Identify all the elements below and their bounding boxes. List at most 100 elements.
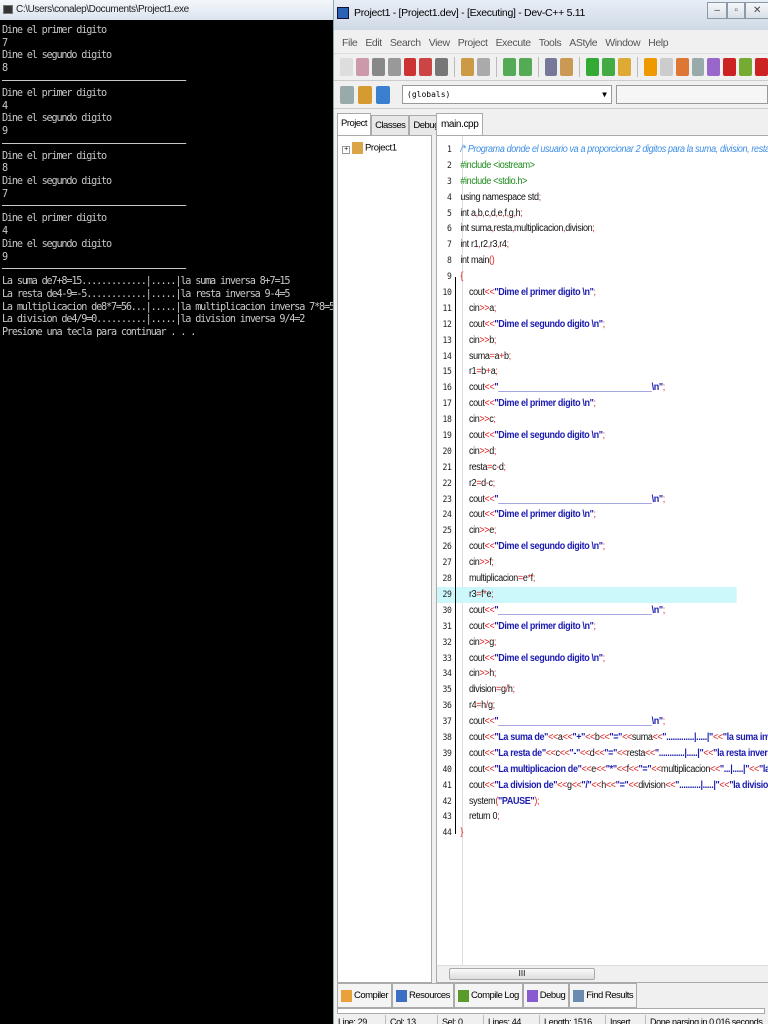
menu-file[interactable]: File xyxy=(338,33,361,53)
minimize-button[interactable]: – xyxy=(707,2,727,19)
code-line[interactable]: 35 division=g/h; xyxy=(437,682,737,698)
code-line[interactable]: 20 cin>>d; xyxy=(437,444,737,460)
save-icon[interactable] xyxy=(371,58,385,76)
code-line[interactable]: 30 cout<<"______________________________… xyxy=(437,603,737,619)
code-line[interactable]: 3 #include <stdio.h> xyxy=(437,174,737,190)
function-select[interactable] xyxy=(616,85,768,104)
menu-astyle[interactable]: AStyle xyxy=(565,33,601,53)
code-line[interactable]: 11 cin>>a; xyxy=(437,301,737,317)
maximize-button[interactable]: ▫ xyxy=(727,2,745,19)
save-all-icon[interactable] xyxy=(387,58,401,76)
code-line[interactable]: 5 int a,b,c,d,e,f,g,h; xyxy=(437,206,737,222)
print-icon[interactable] xyxy=(435,58,449,76)
indent-icon[interactable] xyxy=(544,58,558,76)
compile-icon[interactable] xyxy=(643,58,657,76)
replace-icon[interactable] xyxy=(518,58,532,76)
code-line[interactable]: 25 cin>>e; xyxy=(437,523,737,539)
code-line[interactable]: 22 r2=d-c; xyxy=(437,476,737,492)
code-line[interactable]: 38 cout<<"La suma de"<<a<<"+"<<b<<"="<<s… xyxy=(437,730,768,746)
rebuild-icon[interactable] xyxy=(691,58,705,76)
menu-edit[interactable]: Edit xyxy=(361,33,386,53)
code-line[interactable]: 39 cout<<"La resta de"<<c<<"-"<<d<<"="<<… xyxy=(437,746,768,762)
tab-resources[interactable]: Resources xyxy=(392,983,454,1008)
line-number: 16 xyxy=(442,383,452,394)
menu-window[interactable]: Window xyxy=(601,33,644,53)
insert-icon[interactable] xyxy=(358,85,372,104)
toggle-icon[interactable] xyxy=(376,85,390,104)
code-line[interactable]: 41 cout<<"La division de"<<g<<"/"<<h<<"=… xyxy=(437,778,768,794)
code-line[interactable]: 17 cout<<"Dime el primer digito \n"; xyxy=(437,396,737,412)
code-line[interactable]: 14 suma=a+b; xyxy=(437,349,737,365)
code-line[interactable]: 6 int suma,resta,multiplicacion,division; xyxy=(437,221,737,237)
code-line[interactable]: 43 return 0; xyxy=(437,809,737,825)
code-line[interactable]: 8 int main() xyxy=(437,253,737,269)
code-line[interactable]: 18 cin>>c; xyxy=(437,412,737,428)
code-line[interactable]: 7 int r1,r2,r3,r4; xyxy=(437,237,737,253)
check-syntax-icon[interactable] xyxy=(707,58,721,76)
bookmark-icon[interactable] xyxy=(618,58,631,76)
menu-help[interactable]: Help xyxy=(644,33,672,53)
tab-classes[interactable]: Classes xyxy=(371,115,410,135)
tab-debug[interactable]: Debug xyxy=(522,983,570,1008)
code-line[interactable]: 26 cout<<"Dime el segundo digito \n"; xyxy=(437,539,737,555)
code-line[interactable]: 31 cout<<"Dime el primer digito \n"; xyxy=(437,619,737,635)
find-icon[interactable] xyxy=(502,58,516,76)
code-line[interactable]: 36 r4=h/g; xyxy=(437,698,737,714)
code-line[interactable]: 40 cout<<"La multiplicacion de"<<e<<"*"<… xyxy=(437,762,768,778)
code-area[interactable]: 1 /* Programa donde el usuario va a propo… xyxy=(436,135,768,983)
code-line[interactable]: 19 cout<<"Dime el segundo digito \n"; xyxy=(437,428,737,444)
menu-tools[interactable]: Tools xyxy=(535,33,566,53)
close-icon[interactable] xyxy=(403,58,417,76)
code-line[interactable]: 28 multiplicacion=e*f; xyxy=(437,571,737,587)
horizontal-scrollbar[interactable]: III xyxy=(437,965,768,982)
code-line[interactable]: 27 cin>>f; xyxy=(437,555,737,571)
code-line[interactable]: 42 system("PAUSE"); xyxy=(437,794,737,810)
code-line[interactable]: 2 #include <iostream> xyxy=(437,158,737,174)
code-line[interactable]: 29 r3=f*e; xyxy=(437,586,737,603)
code-line[interactable]: 37 cout<<"______________________________… xyxy=(437,714,737,730)
delete-profile-icon[interactable] xyxy=(755,58,768,76)
new-project-icon[interactable] xyxy=(340,85,354,104)
menu-view[interactable]: View xyxy=(425,33,454,53)
code-line[interactable]: 21 resta=c-d; xyxy=(437,460,737,476)
code-line[interactable]: 12 cout<<"Dime el segundo digito \n"; xyxy=(437,317,737,333)
toggle-bookmark-icon[interactable] xyxy=(602,58,616,76)
code-line[interactable]: 44} xyxy=(437,825,737,841)
code-line[interactable]: 32 cin>>g; xyxy=(437,635,737,651)
menu-project[interactable]: Project xyxy=(454,33,492,53)
tab-compile-log[interactable]: Compile Log xyxy=(453,983,523,1008)
code-line[interactable]: 1 /* Programa donde el usuario va a propo… xyxy=(437,142,768,158)
redo-icon[interactable] xyxy=(477,58,490,76)
code-line[interactable]: 15 r1=b+a; xyxy=(437,364,737,380)
code-line[interactable]: 13 cin>>b; xyxy=(437,333,737,349)
scope-select[interactable]: (globals) ▼ xyxy=(402,85,612,104)
code-line[interactable]: 4 using namespace std; xyxy=(437,190,737,206)
open-icon[interactable] xyxy=(355,58,369,76)
new-file-icon[interactable] xyxy=(340,58,353,76)
unindent-icon[interactable] xyxy=(560,58,574,76)
menu-search[interactable]: Search xyxy=(386,33,425,53)
close-all-icon[interactable] xyxy=(419,58,433,76)
code-line[interactable]: 10 cout<<"Dime el primer digito \n"; xyxy=(437,285,737,301)
undo-icon[interactable] xyxy=(461,58,475,76)
expand-icon[interactable]: + xyxy=(342,145,350,154)
code-line[interactable]: 16 cout<<"______________________________… xyxy=(437,380,737,396)
code-line[interactable]: 34 cin>>h; xyxy=(437,666,737,682)
code-line[interactable]: 33 cout<<"Dime el segundo digito \n"; xyxy=(437,651,737,667)
profile-icon[interactable] xyxy=(739,58,753,76)
close-button[interactable]: ✕ xyxy=(745,2,768,19)
compile-run-icon[interactable] xyxy=(675,58,689,76)
tab-project[interactable]: Project xyxy=(337,113,372,135)
tab-compiler[interactable]: Compiler xyxy=(337,983,393,1008)
stop-icon[interactable] xyxy=(723,58,737,76)
scrollbar-thumb[interactable]: III xyxy=(449,968,595,980)
code-line[interactable]: 9{ xyxy=(437,269,737,285)
goto-icon[interactable] xyxy=(586,58,600,76)
tab-main-cpp[interactable]: main.cpp xyxy=(436,113,484,135)
menu-execute[interactable]: Execute xyxy=(492,33,535,53)
code-line[interactable]: 23 cout<<"______________________________… xyxy=(437,492,737,508)
tree-item-project1[interactable]: + Project1 xyxy=(342,142,427,154)
code-line[interactable]: 24 cout<<"Dime el primer digito \n"; xyxy=(437,507,737,523)
run-icon[interactable] xyxy=(659,58,673,76)
tab-find-results[interactable]: Find Results xyxy=(569,983,638,1008)
